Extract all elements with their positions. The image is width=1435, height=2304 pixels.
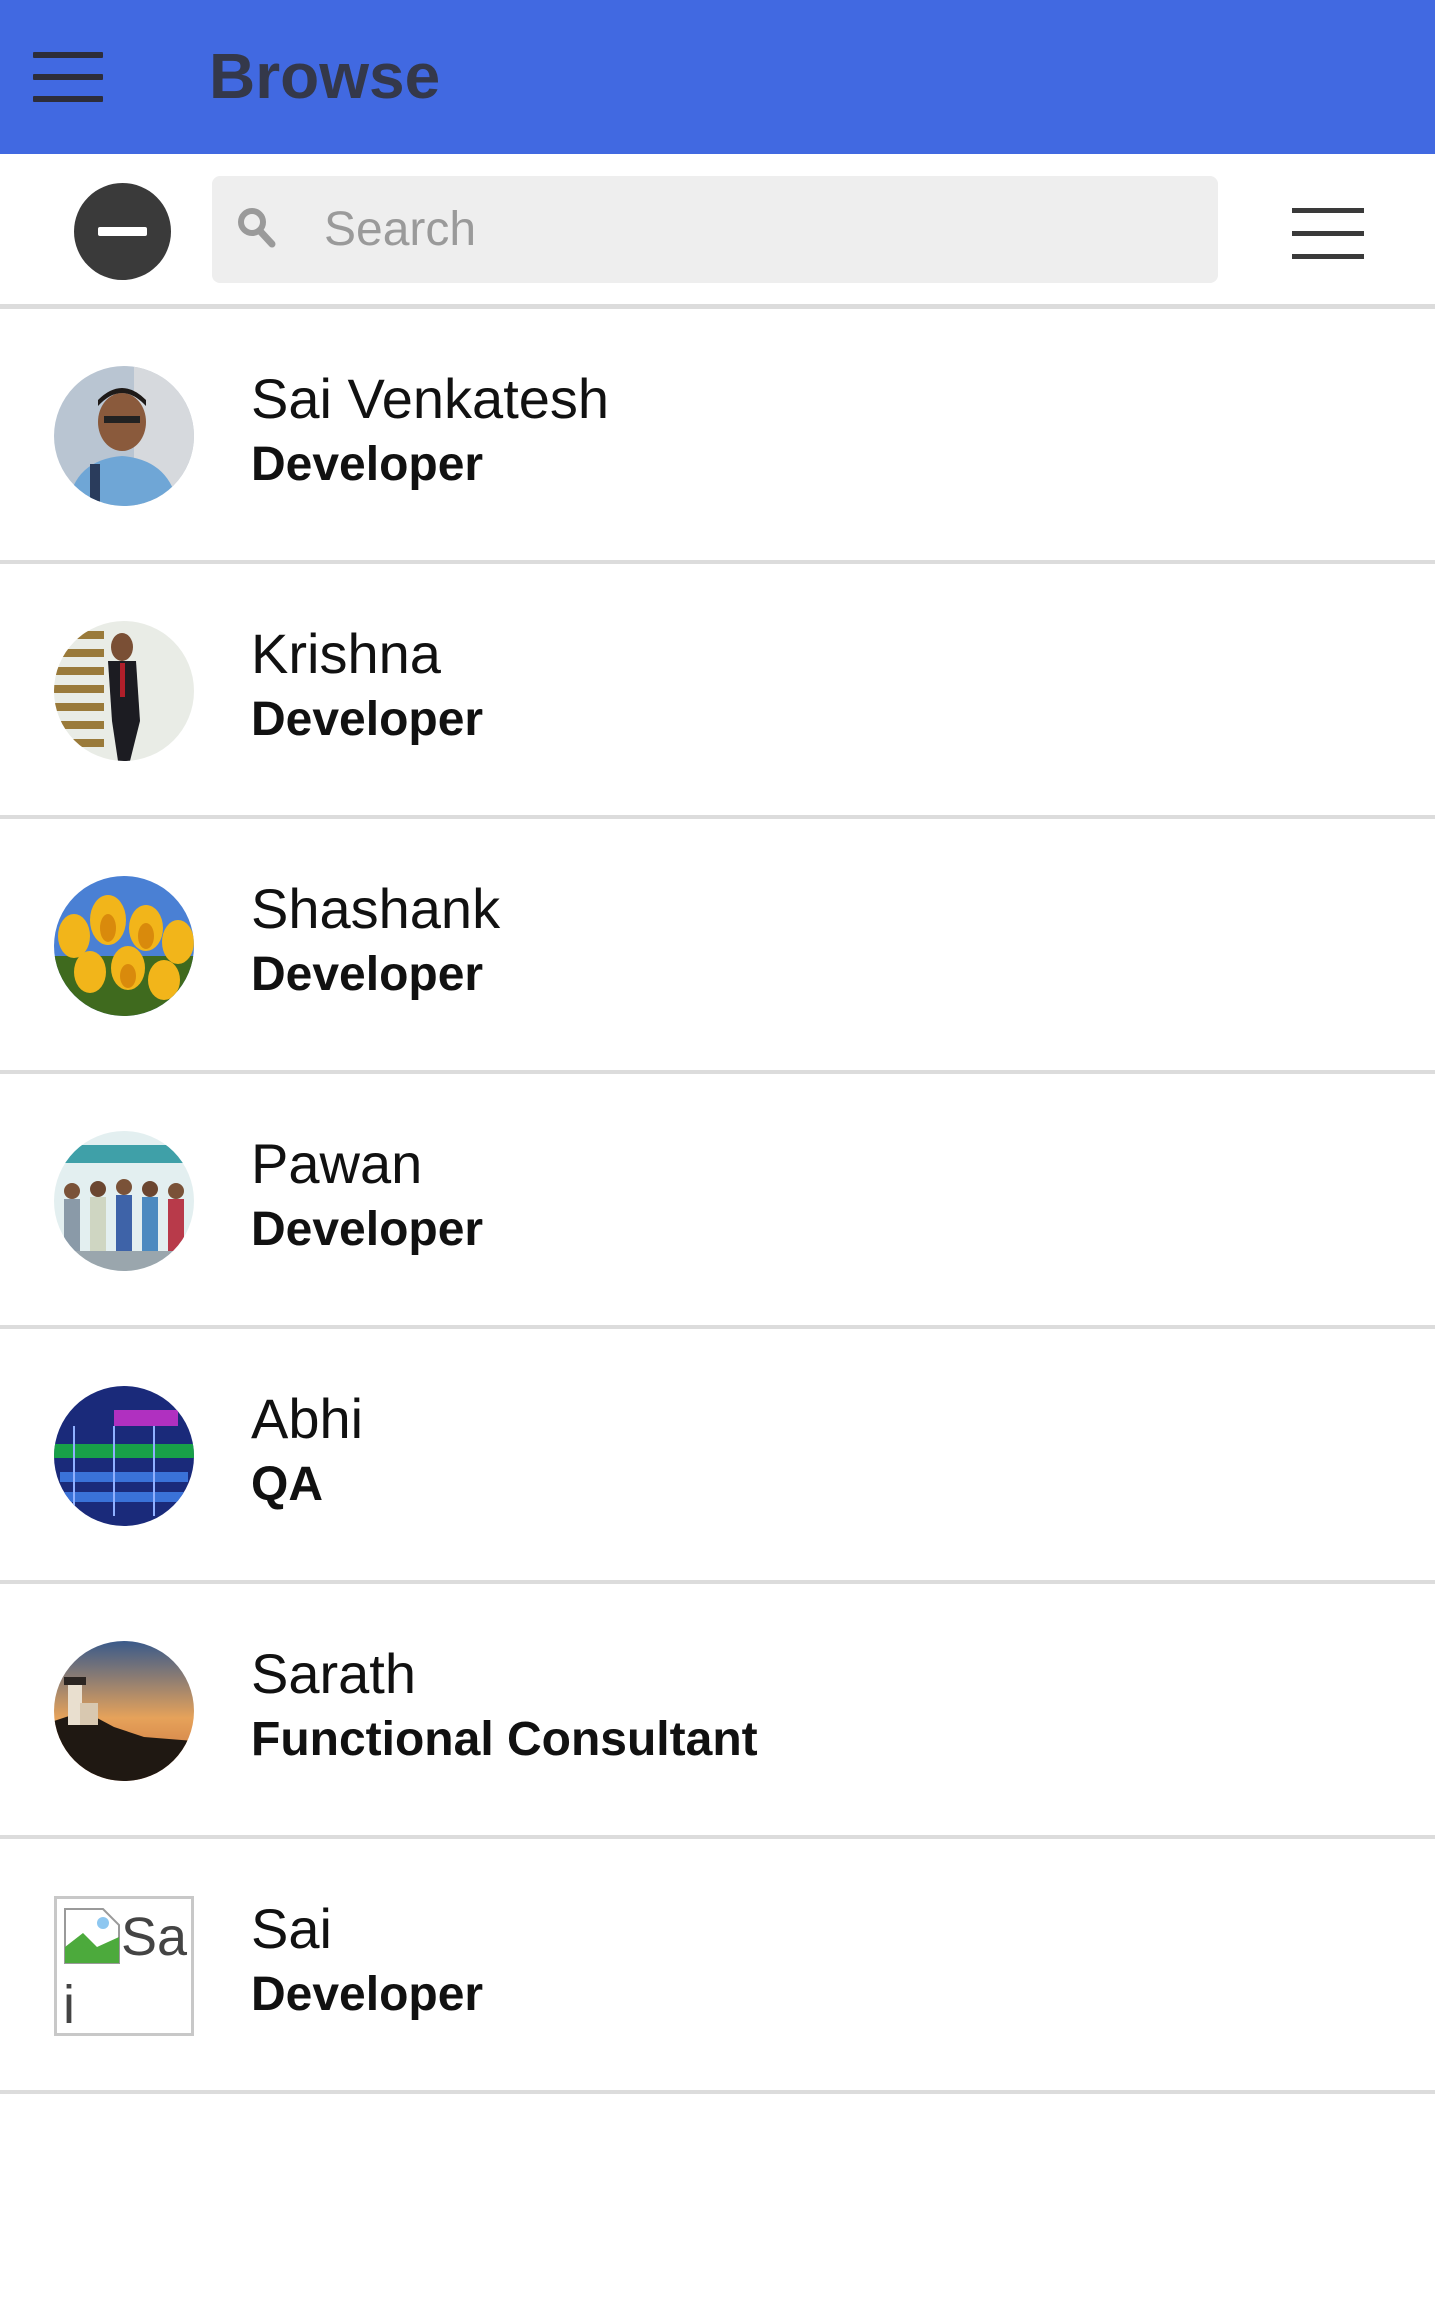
person-name: Sai: [251, 1897, 332, 1960]
person-role: Functional Consultant: [251, 1713, 758, 1766]
person-role: QA: [251, 1458, 323, 1511]
avatar-alt-text: Sai: [63, 1907, 188, 2035]
minus-circle-icon: [98, 227, 147, 236]
list-item[interactable]: Abhi QA: [0, 1329, 1435, 1584]
page-title: Browse: [209, 40, 441, 112]
person-role: Developer: [251, 1968, 484, 2021]
avatar: [54, 366, 194, 506]
person-role: Developer: [251, 948, 484, 1001]
avatar: [54, 876, 194, 1016]
avatar: [54, 621, 194, 761]
avatar: [54, 1386, 194, 1526]
person-role: Developer: [251, 438, 484, 491]
remove-button[interactable]: [74, 183, 171, 280]
person-role: Developer: [251, 693, 484, 746]
person-name: Abhi: [251, 1387, 364, 1450]
search-bar[interactable]: [212, 176, 1218, 283]
person-name: Shashank: [251, 877, 501, 940]
list-item[interactable]: Sai Venkatesh Developer: [0, 309, 1435, 564]
person-name: Sai Venkatesh: [251, 367, 610, 430]
avatar: Sai: [54, 1896, 194, 2036]
search-icon: [238, 208, 276, 248]
list-item[interactable]: Sai Sai Developer: [0, 1839, 1435, 2094]
person-name: Pawan: [251, 1132, 423, 1195]
search-input[interactable]: [322, 186, 1202, 273]
avatar: [54, 1641, 194, 1781]
list-item[interactable]: Pawan Developer: [0, 1074, 1435, 1329]
person-name: Krishna: [251, 622, 441, 685]
list-item[interactable]: Sarath Functional Consultant: [0, 1584, 1435, 1839]
avatar: [54, 1131, 194, 1271]
menu-button[interactable]: [33, 52, 103, 102]
list-menu-button[interactable]: [1292, 208, 1364, 260]
people-list: Sai Venkatesh Developer Krishna Develope…: [0, 309, 1435, 2094]
app-bar: Browse: [0, 0, 1435, 154]
list-item[interactable]: Krishna Developer: [0, 564, 1435, 819]
person-role: Developer: [251, 1203, 484, 1256]
search-toolbar: [0, 154, 1435, 309]
list-item[interactable]: Shashank Developer: [0, 819, 1435, 1074]
person-name: Sarath: [251, 1642, 416, 1705]
